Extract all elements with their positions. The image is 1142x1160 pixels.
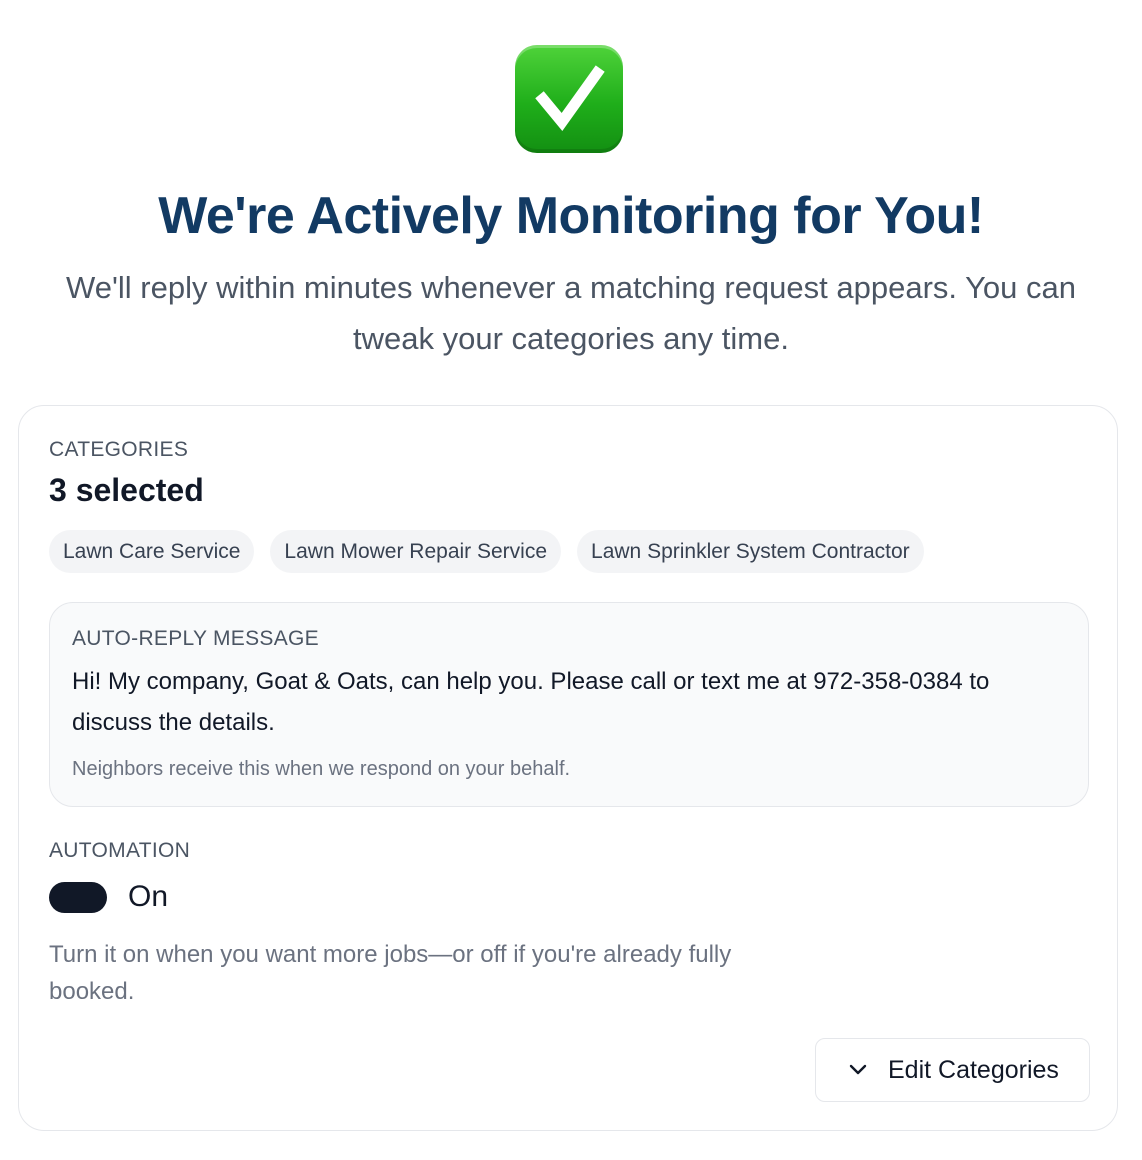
check-mark-button-icon xyxy=(515,45,623,153)
category-chip: Lawn Sprinkler System Contractor xyxy=(577,530,924,573)
page-subtitle: We'll reply within minutes whenever a ma… xyxy=(66,270,1076,356)
auto-reply-message: Hi! My company, Goat & Oats, can help yo… xyxy=(72,668,990,736)
page-title: We're Actively Monitoring for You! xyxy=(158,187,984,245)
auto-reply-label: AUTO-REPLY MESSAGE xyxy=(72,627,319,650)
category-chip: Lawn Care Service xyxy=(49,530,255,573)
automation-help-text: Turn it on when you want more jobs—or of… xyxy=(49,941,732,1005)
auto-reply-note: Neighbors receive this when we respond o… xyxy=(72,758,571,780)
category-chips: Lawn Care Service Lawn Mower Repair Serv… xyxy=(49,530,924,573)
automation-label: AUTOMATION xyxy=(49,839,191,862)
category-chip: Lawn Mower Repair Service xyxy=(270,530,562,573)
automation-toggle[interactable] xyxy=(49,882,107,913)
monitoring-card: CATEGORIES 3 selected Lawn Care Service … xyxy=(18,405,1118,1131)
selected-count: 3 selected xyxy=(49,472,204,508)
edit-categories-button[interactable]: Edit Categories xyxy=(815,1038,1090,1102)
edit-categories-label: Edit Categories xyxy=(888,1055,1059,1084)
chevron-down-icon xyxy=(848,1063,868,1077)
categories-label: CATEGORIES xyxy=(49,438,189,461)
auto-reply-box: AUTO-REPLY MESSAGE Hi! My company, Goat … xyxy=(49,602,1089,807)
automation-state: On xyxy=(128,880,169,913)
